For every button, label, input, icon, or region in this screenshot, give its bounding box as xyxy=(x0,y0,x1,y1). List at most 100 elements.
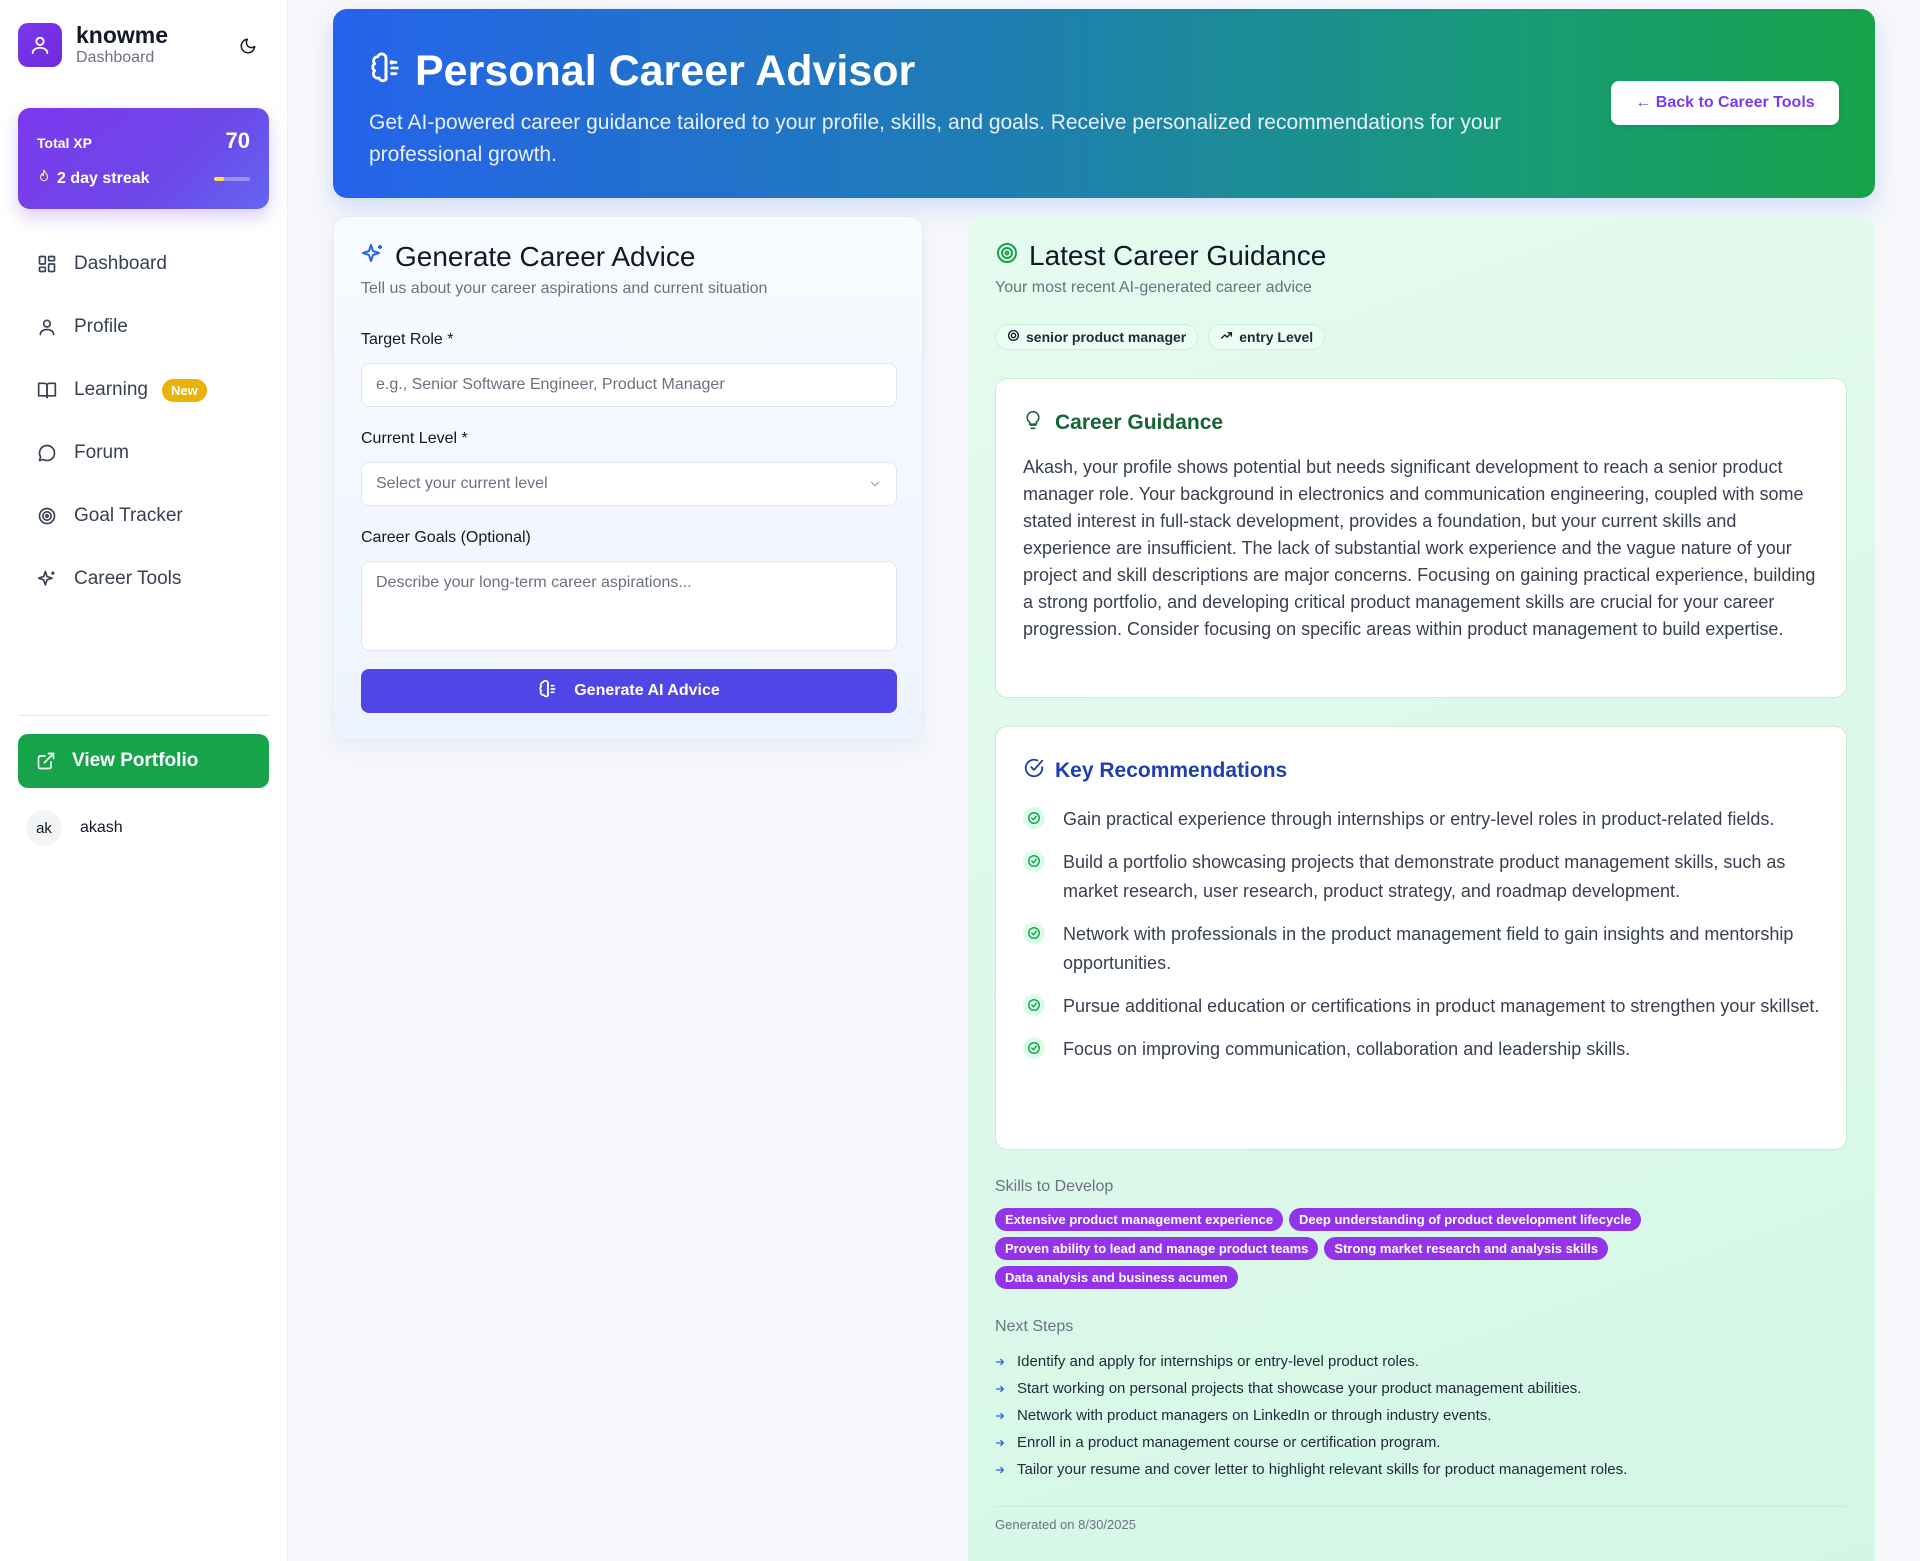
key-recommendations-card: Key Recommendations Gain practical exper… xyxy=(995,726,1847,1150)
next-step-text: Identify and apply for internships or en… xyxy=(1017,1353,1419,1370)
career-guidance-title-text: Career Guidance xyxy=(1055,411,1224,434)
avatar: ak xyxy=(26,810,62,846)
skills-label: Skills to Develop xyxy=(995,1178,1114,1195)
current-level-value: Select your current level xyxy=(376,475,548,492)
lightbulb-icon xyxy=(1023,409,1043,437)
grid-icon xyxy=(36,253,58,275)
streak-progress xyxy=(214,177,250,181)
sidebar-item-goal-tracker[interactable]: Goal Tracker xyxy=(18,490,269,542)
sidebar-item-label: Goal Tracker xyxy=(74,505,183,526)
latest-title-text: Latest Career Guidance xyxy=(1029,240,1327,271)
sidebar-item-learning[interactable]: Learning New xyxy=(18,364,269,416)
sidebar-item-label: Forum xyxy=(74,442,129,463)
view-portfolio-button[interactable]: View Portfolio xyxy=(18,734,269,788)
generate-button-label: Generate AI Advice xyxy=(574,682,720,699)
recommendation-list: Gain practical experience through intern… xyxy=(1023,805,1823,1078)
sidebar-item-dashboard[interactable]: Dashboard xyxy=(18,238,269,290)
generate-ai-advice-button[interactable]: Generate AI Advice xyxy=(361,669,897,713)
check-circle-icon xyxy=(1023,922,1045,944)
recommendation-text: Focus on improving communication, collab… xyxy=(1063,1039,1631,1059)
brand-name: knowme xyxy=(76,22,169,48)
page-title-text: Personal Career Advisor xyxy=(415,47,916,95)
brand-subtitle: Dashboard xyxy=(76,49,155,66)
career-guidance-text: Akash, your profile shows potential but … xyxy=(1023,457,1816,639)
back-to-career-tools-button[interactable]: ← Back to Career Tools xyxy=(1611,81,1839,125)
check-circle-icon xyxy=(1023,807,1045,829)
next-steps-list: Identify and apply for internships or en… xyxy=(995,1348,1847,1483)
career-goals-label: Career Goals (Optional) xyxy=(361,529,531,546)
latest-title: Latest Career Guidance xyxy=(995,240,1326,272)
user-icon xyxy=(18,23,62,67)
streak-text: 2 day streak xyxy=(57,169,150,187)
page-description: Get AI-powered career guidance tailored … xyxy=(369,111,1502,166)
arrow-right-icon xyxy=(995,1408,1005,1424)
divider xyxy=(18,715,269,716)
latest-subtitle: Your most recent AI-generated career adv… xyxy=(995,279,1312,296)
moon-icon[interactable] xyxy=(236,34,260,58)
sidebar-item-forum[interactable]: Forum xyxy=(18,427,269,479)
xp-value: 70 xyxy=(225,128,250,153)
flame-icon xyxy=(37,168,51,189)
trending-up-icon xyxy=(1220,329,1233,345)
arrow-right-icon xyxy=(995,1354,1005,1370)
sidebar-item-label: Career Tools xyxy=(74,568,182,589)
list-item: Tailor your resume and cover letter to h… xyxy=(995,1456,1847,1483)
brain-icon xyxy=(538,679,558,704)
sidebar-item-career-tools[interactable]: Career Tools xyxy=(18,553,269,605)
sidebar-item-label: Dashboard xyxy=(74,253,167,274)
key-recommendations-title: Key Recommendations xyxy=(1023,757,1287,785)
list-item: Identify and apply for internships or en… xyxy=(995,1348,1847,1375)
check-circle-icon xyxy=(1023,757,1045,785)
check-circle-icon xyxy=(1023,994,1045,1016)
career-guidance-card: Career Guidance Akash, your profile show… xyxy=(995,378,1847,698)
generated-date: Generated on 8/30/2025 xyxy=(995,1517,1136,1532)
key-recommendations-title-text: Key Recommendations xyxy=(1055,759,1288,782)
arrow-right-icon xyxy=(995,1435,1005,1451)
recommendation-text: Gain practical experience through intern… xyxy=(1063,809,1775,829)
card-subtitle: Tell us about your career aspirations an… xyxy=(361,280,768,297)
user-name: akash xyxy=(80,819,123,836)
page-title: Personal Career Advisor xyxy=(369,47,915,96)
next-step-text: Start working on personal projects that … xyxy=(1017,1380,1582,1397)
card-title: Generate Career Advice xyxy=(361,241,695,273)
check-circle-icon xyxy=(1023,1037,1045,1059)
sparkles-icon xyxy=(36,568,58,590)
level-tag: entry Level xyxy=(1208,324,1326,350)
view-portfolio-label: View Portfolio xyxy=(72,750,199,771)
divider xyxy=(995,1506,1847,1507)
next-step-text: Tailor your resume and cover letter to h… xyxy=(1017,1461,1628,1478)
sidebar-item-label: Profile xyxy=(74,316,128,337)
brain-icon xyxy=(369,47,403,96)
target-role-input[interactable]: e.g., Senior Software Engineer, Product … xyxy=(361,363,897,407)
skill-badge: Extensive product management experience xyxy=(995,1208,1284,1231)
hero-banner: Personal Career Advisor Get AI-powered c… xyxy=(333,9,1875,198)
chevron-down-icon xyxy=(868,477,882,496)
list-item: Build a portfolio showcasing projects th… xyxy=(1023,848,1823,906)
recommendation-text: Build a portfolio showcasing projects th… xyxy=(1063,852,1786,901)
sidebar-item-profile[interactable]: Profile xyxy=(18,301,269,353)
recommendation-text: Network with professionals in the produc… xyxy=(1063,924,1794,973)
check-circle-icon xyxy=(1023,850,1045,872)
sidebar-nav: Dashboard Profile Learning New Forum Goa… xyxy=(18,238,269,616)
current-level-select[interactable]: Select your current level xyxy=(361,462,897,506)
user-icon xyxy=(36,316,58,338)
latest-guidance-panel: Latest Career Guidance Your most recent … xyxy=(968,216,1875,1561)
sparkles-icon xyxy=(361,241,385,273)
next-step-text: Network with product managers on LinkedI… xyxy=(1017,1407,1492,1424)
skill-badge: Deep understanding of product developmen… xyxy=(1289,1208,1642,1231)
user-menu[interactable]: ak akash xyxy=(26,810,123,846)
new-badge: New xyxy=(161,378,207,402)
target-icon xyxy=(995,240,1019,272)
card-title-text: Generate Career Advice xyxy=(395,241,696,272)
skill-badge: Data analysis and business acumen xyxy=(995,1266,1238,1289)
recommendation-text: Pursue additional education or certifica… xyxy=(1063,996,1820,1016)
generate-advice-card: Generate Career Advice Tell us about you… xyxy=(333,216,923,740)
skills-list: Extensive product management experience D… xyxy=(995,1208,1847,1289)
next-step-text: Enroll in a product management course or… xyxy=(1017,1434,1441,1451)
level-tag-text: entry Level xyxy=(1239,329,1314,345)
tag-row: senior product manager entry Level xyxy=(995,324,1326,350)
target-role-label: Target Role * xyxy=(361,331,454,348)
brand[interactable]: knowme Dashboard xyxy=(18,22,168,68)
role-tag: senior product manager xyxy=(995,324,1199,350)
career-goals-textarea[interactable]: Describe your long-term career aspiratio… xyxy=(361,561,897,651)
